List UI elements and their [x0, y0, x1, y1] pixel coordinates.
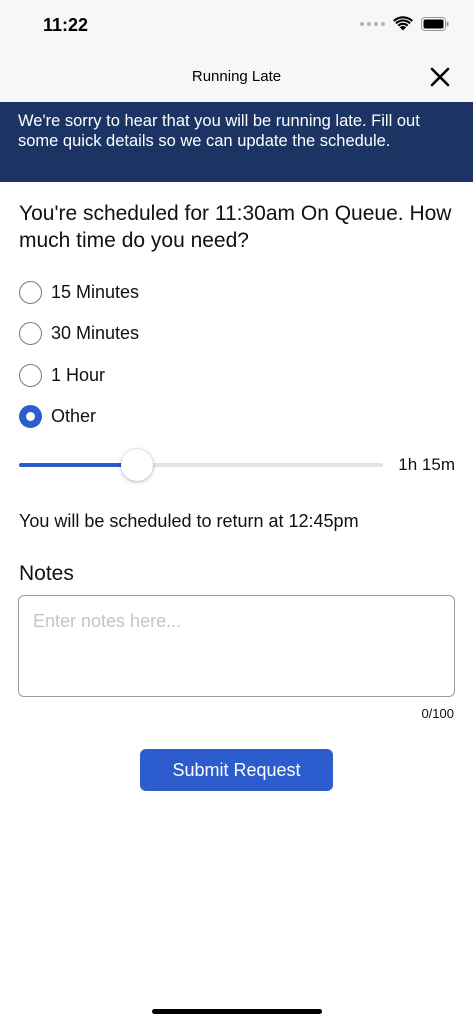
slider-thumb[interactable]: [121, 449, 154, 481]
cellular-icon: [360, 21, 385, 26]
radio-option-1-hour[interactable]: 1 Hour: [19, 364, 105, 387]
nav-bar: Running Late: [0, 52, 473, 102]
notes-char-count: 0/100: [421, 706, 454, 721]
radio-option-other[interactable]: Other: [19, 405, 96, 428]
radio-circle[interactable]: [19, 405, 42, 428]
info-banner: We're sorry to hear that you will be run…: [0, 102, 473, 182]
status-icons: [360, 16, 449, 31]
home-indicator[interactable]: [152, 1009, 322, 1014]
notes-label: Notes: [19, 562, 74, 585]
status-bar: 11:22: [0, 0, 473, 52]
slider-value: 1h 15m: [398, 455, 455, 474]
return-time-text: You will be scheduled to return at 12:45…: [19, 511, 359, 531]
duration-slider[interactable]: [19, 449, 383, 481]
schedule-question: You're scheduled for 11:30am On Queue. H…: [19, 202, 452, 252]
submit-request-button[interactable]: Submit Request: [140, 749, 333, 791]
close-button[interactable]: [429, 66, 451, 88]
close-icon: [430, 67, 450, 87]
battery-icon: [421, 16, 449, 31]
status-time: 11:22: [43, 15, 89, 35]
radio-label: Other: [51, 406, 97, 426]
slider-fill: [19, 463, 138, 467]
radio-circle[interactable]: [19, 364, 42, 387]
radio-circle[interactable]: [19, 322, 42, 345]
radio-option-15-minutes[interactable]: 15 Minutes: [19, 281, 139, 304]
radio-circle[interactable]: [19, 281, 42, 304]
radio-option-30-minutes[interactable]: 30 Minutes: [19, 322, 139, 345]
radio-label: 30 Minutes: [51, 323, 140, 343]
radio-label: 1 Hour: [51, 365, 106, 385]
wifi-icon: [393, 16, 413, 31]
radio-label: 15 Minutes: [51, 282, 140, 302]
page-title: Running Late: [191, 68, 282, 85]
notes-input[interactable]: [18, 595, 455, 697]
